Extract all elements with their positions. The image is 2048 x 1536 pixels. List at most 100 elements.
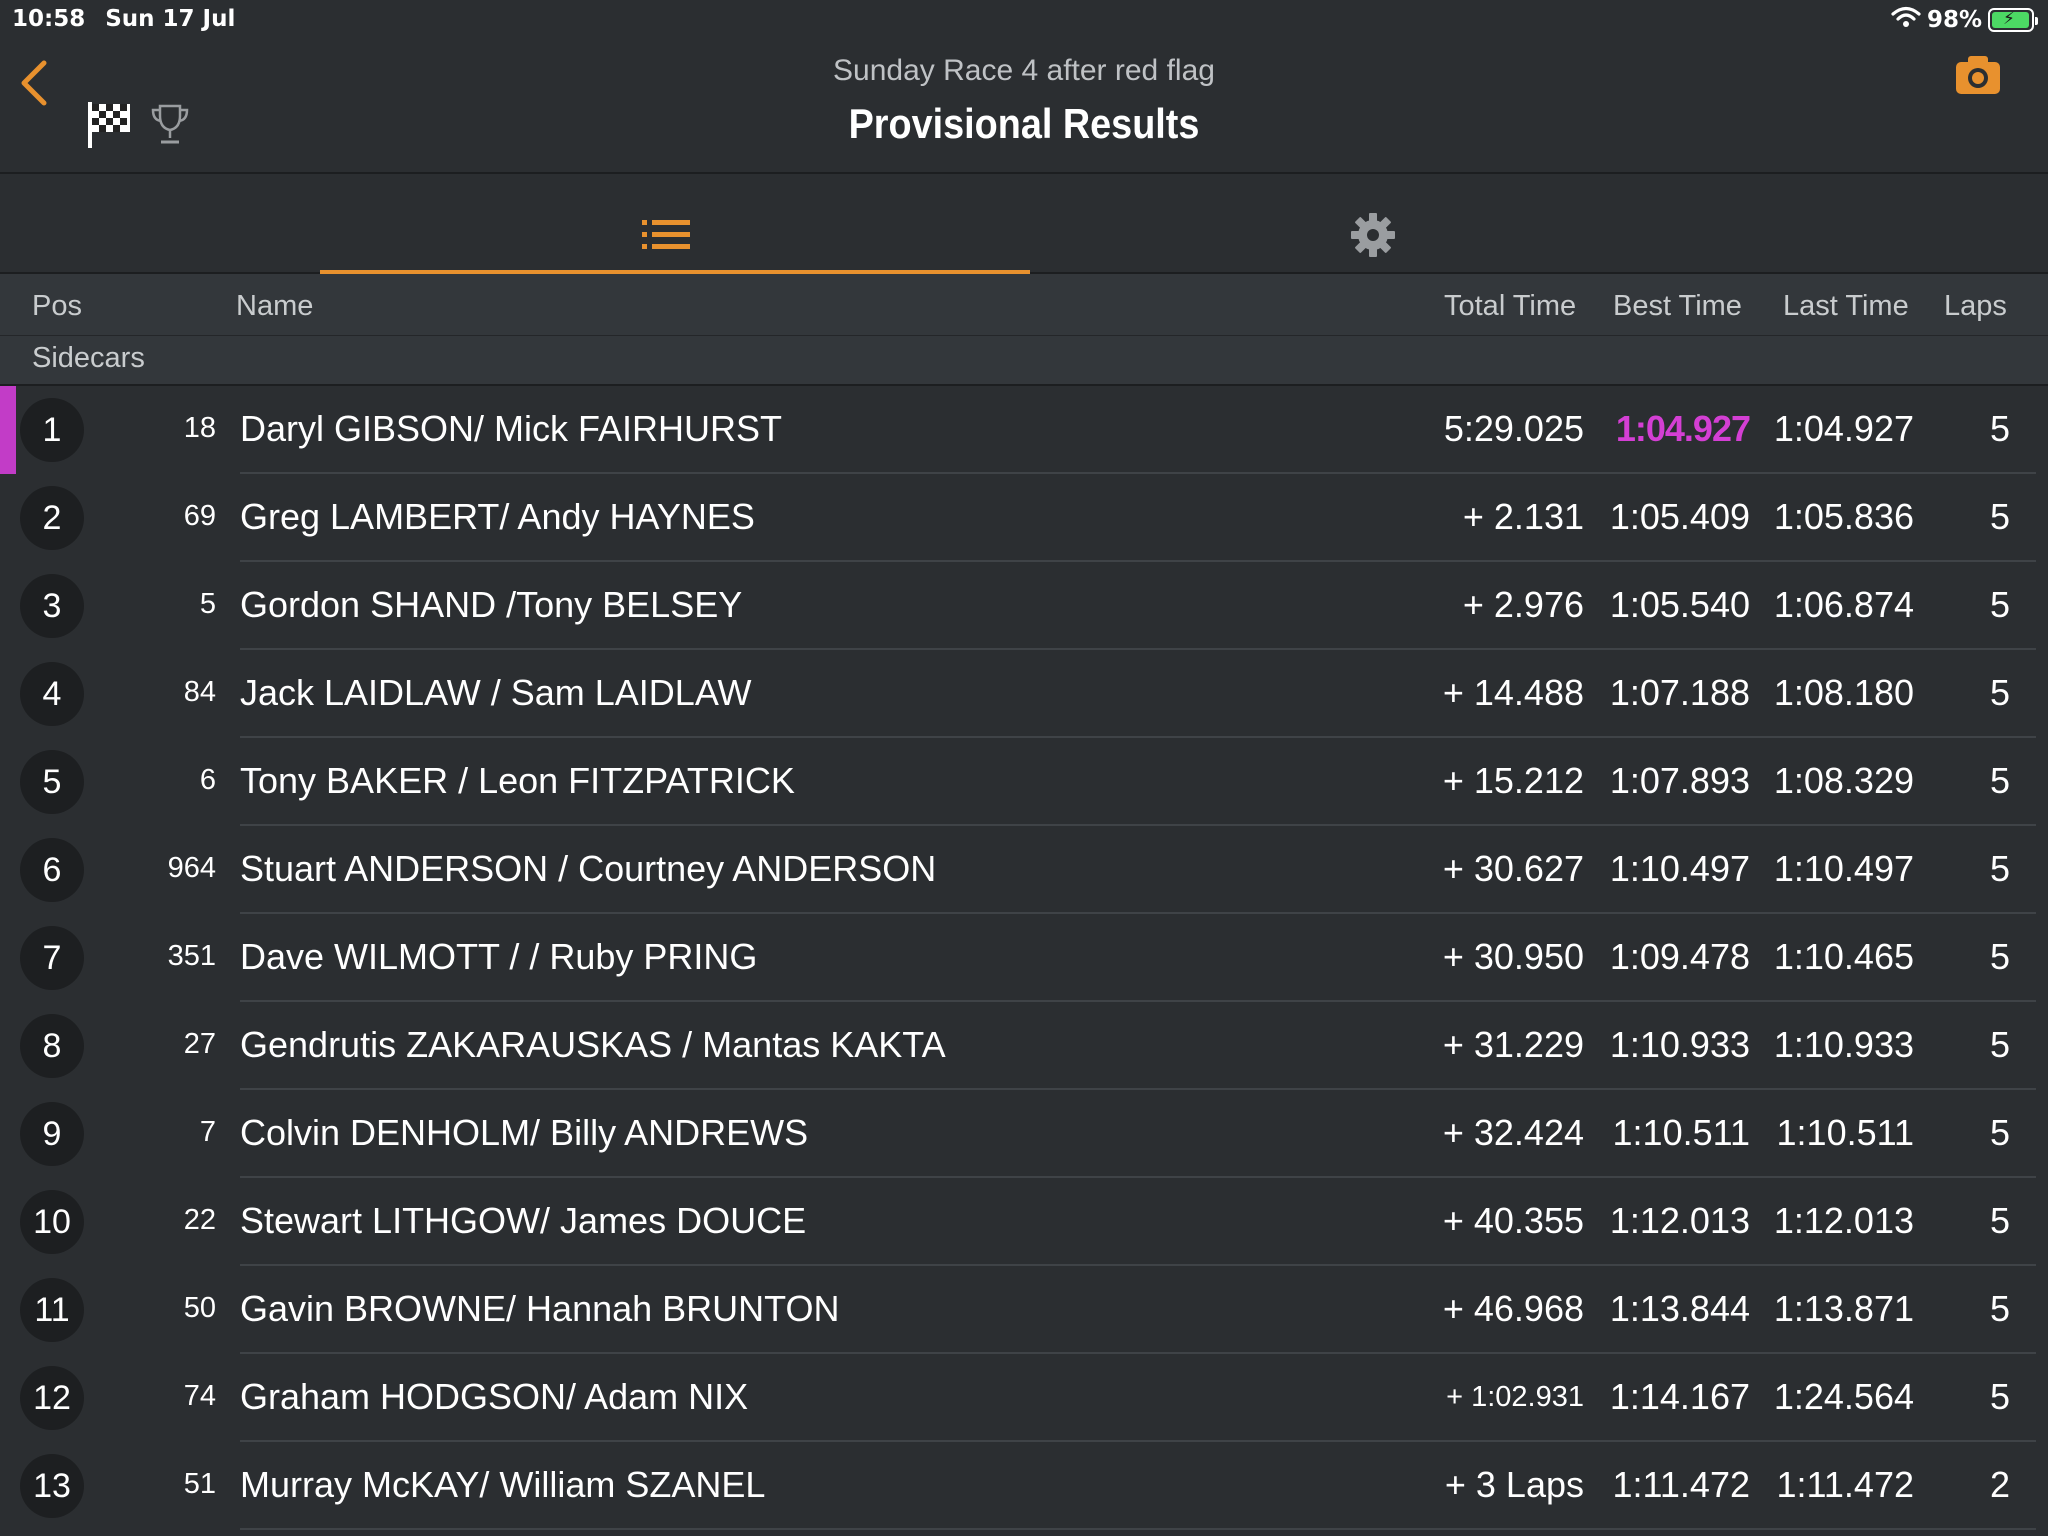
total-time: + 30.950 xyxy=(1442,936,1584,977)
battery-percent: 98% xyxy=(1926,7,1982,33)
last-time: 1:13.871 xyxy=(1773,1288,1914,1329)
column-pos: Pos xyxy=(32,290,82,322)
total-time: + 2.976 xyxy=(1462,584,1584,625)
result-row[interactable]: 1 18 Daryl GIBSON/ Mick FAIRHURST 5:29.025 1… xyxy=(0,386,2048,474)
best-time: 1:14.167 xyxy=(1609,1376,1750,1417)
tab-bar xyxy=(0,176,2048,274)
position-badge: 13 xyxy=(20,1454,84,1518)
result-row[interactable]: 6 964 Stuart ANDERSON / Courtney ANDERSON +… xyxy=(0,826,2048,914)
total-time: + 31.229 xyxy=(1442,1024,1584,1065)
laps-count: 5 xyxy=(1989,936,2010,977)
last-time: 1:10.465 xyxy=(1773,936,1914,977)
best-time: 1:07.893 xyxy=(1609,760,1750,801)
best-time: 1:10.497 xyxy=(1609,848,1750,889)
result-row[interactable]: 7 351 Dave WILMOTT / / Ruby PRING + 30.950 1… xyxy=(0,914,2048,1002)
driver-names: Murray McKAY/ William SZANEL xyxy=(240,1464,766,1505)
last-time: 1:06.874 xyxy=(1773,584,1914,625)
last-time: 1:04.927 xyxy=(1773,408,1914,449)
race-number: 964 xyxy=(167,852,216,884)
race-number: 51 xyxy=(183,1468,216,1500)
laps-count: 5 xyxy=(1989,1200,2010,1241)
total-time: + 15.212 xyxy=(1442,760,1584,801)
laps-count: 5 xyxy=(1989,1112,2010,1153)
best-time: 1:10.933 xyxy=(1609,1024,1750,1065)
race-number: 84 xyxy=(183,676,216,708)
result-row[interactable]: 9 7 Colvin DENHOLM/ Billy ANDREWS + 32.424 1… xyxy=(0,1090,2048,1178)
tab-results-list[interactable] xyxy=(320,176,1030,274)
driver-names: Gordon SHAND /Tony BELSEY xyxy=(240,584,743,625)
charging-bolt-icon: ⚡ xyxy=(2003,9,2015,29)
tab-settings[interactable] xyxy=(1350,212,1396,263)
total-time: + 40.355 xyxy=(1442,1200,1584,1241)
driver-names: Daryl GIBSON/ Mick FAIRHURST xyxy=(240,408,783,449)
race-number: 351 xyxy=(167,940,216,972)
camera-button[interactable] xyxy=(1954,54,2002,101)
battery-nub xyxy=(2035,17,2038,25)
position-badge: 4 xyxy=(20,662,84,726)
result-row[interactable]: 11 50 Gavin BROWNE/ Hannah BRUNTON + 46.968… xyxy=(0,1266,2048,1354)
position-badge: 11 xyxy=(20,1278,84,1342)
laps-count: 2 xyxy=(1989,1464,2010,1505)
result-row[interactable]: 5 6 Tony BAKER / Leon FITZPATRICK + 15.212 1… xyxy=(0,738,2048,826)
total-time: + 3 Laps xyxy=(1444,1464,1584,1505)
driver-names: Gendrutis ZAKARAUSKAS / Mantas KAKTA xyxy=(240,1024,946,1065)
laps-count: 5 xyxy=(1989,760,2010,801)
position-badge: 9 xyxy=(20,1102,84,1166)
navigation-header: Sunday Race 4 after red flag Provisional… xyxy=(0,40,2048,174)
last-time: 1:12.013 xyxy=(1773,1200,1914,1241)
result-row[interactable]: 2 69 Greg LAMBERT/ Andy HAYNES + 2.131 1:05.… xyxy=(0,474,2048,562)
page-title: Provisional Results xyxy=(848,100,1200,147)
best-time: 1:13.844 xyxy=(1609,1288,1750,1329)
race-number: 69 xyxy=(183,500,216,532)
gear-icon xyxy=(1351,213,1395,257)
class-section-header: Sidecars xyxy=(0,336,2048,386)
row-divider xyxy=(240,1528,2036,1530)
laps-count: 5 xyxy=(1989,1376,2010,1417)
race-number: 5 xyxy=(199,588,216,620)
status-date: Sun 17 Jul xyxy=(105,6,236,32)
result-row[interactable]: 8 27 Gendrutis ZAKARAUSKAS / Mantas KAKTA +… xyxy=(0,1002,2048,1090)
result-row[interactable]: 13 51 Murray McKAY/ William SZANEL + 3 Laps… xyxy=(0,1442,2048,1530)
position-badge: 10 xyxy=(20,1190,84,1254)
last-time: 1:10.497 xyxy=(1773,848,1914,889)
result-row[interactable]: 10 22 Stewart LITHGOW/ James DOUCE + 40.355… xyxy=(0,1178,2048,1266)
race-number: 18 xyxy=(183,412,216,444)
laps-count: 5 xyxy=(1989,496,2010,537)
position-badge: 12 xyxy=(20,1366,84,1430)
total-time: + 1:02.931 xyxy=(1446,1381,1584,1413)
race-number: 22 xyxy=(183,1204,216,1236)
last-time: 1:24.564 xyxy=(1773,1376,1914,1417)
position-badge: 7 xyxy=(20,926,84,990)
camera-icon xyxy=(1956,56,2000,94)
class-name: Sidecars xyxy=(32,342,145,374)
last-time: 1:10.933 xyxy=(1773,1024,1914,1065)
column-total-time: Total Time xyxy=(1444,290,1577,322)
position-badge: 3 xyxy=(20,574,84,638)
result-row[interactable]: 3 5 Gordon SHAND /Tony BELSEY + 2.976 1:05.5… xyxy=(0,562,2048,650)
best-time: 1:05.409 xyxy=(1609,496,1750,537)
laps-count: 5 xyxy=(1989,672,2010,713)
last-time: 1:08.329 xyxy=(1773,760,1914,801)
driver-names: Stewart LITHGOW/ James DOUCE xyxy=(240,1200,807,1241)
list-icon xyxy=(642,220,692,255)
driver-names: Stuart ANDERSON / Courtney ANDERSON xyxy=(240,848,937,889)
position-badge: 8 xyxy=(20,1014,84,1078)
column-laps: Laps xyxy=(1944,290,2007,322)
total-time: + 14.488 xyxy=(1442,672,1584,713)
last-time: 1:08.180 xyxy=(1773,672,1914,713)
race-number: 7 xyxy=(199,1116,216,1148)
leader-indicator xyxy=(0,386,16,474)
best-time: 1:07.188 xyxy=(1609,672,1750,713)
laps-count: 5 xyxy=(1989,408,2010,449)
best-time: 1:12.013 xyxy=(1609,1200,1750,1241)
last-time: 1:05.836 xyxy=(1773,496,1914,537)
race-number: 50 xyxy=(183,1292,216,1324)
result-row[interactable]: 4 84 Jack LAIDLAW / Sam LAIDLAW + 14.488 1:0… xyxy=(0,650,2048,738)
driver-names: Jack LAIDLAW / Sam LAIDLAW xyxy=(240,672,752,713)
position-badge: 1 xyxy=(20,398,84,462)
result-row[interactable]: 12 74 Graham HODGSON/ Adam NIX + 1:02.931 1:… xyxy=(0,1354,2048,1442)
status-time-date: 10:58 Sun 17 Jul xyxy=(12,6,235,32)
column-name: Name xyxy=(236,290,314,322)
race-number: 27 xyxy=(183,1028,216,1060)
column-last-time: Last Time xyxy=(1783,290,1909,322)
